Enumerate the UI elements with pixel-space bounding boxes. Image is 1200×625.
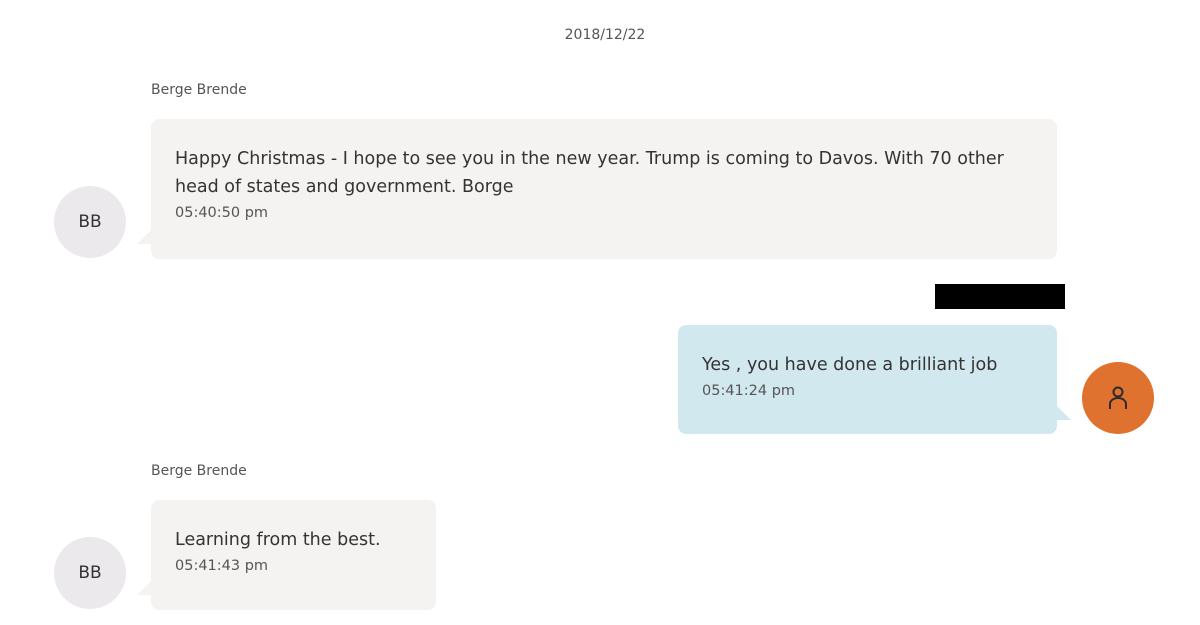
user-icon — [1109, 386, 1127, 409]
message-bubble: Learning from the best. 05:41:43 pm — [151, 500, 436, 610]
redacted-sender-name — [935, 284, 1065, 309]
message-text: Learning from the best. — [175, 530, 381, 550]
bubble-tail — [1057, 406, 1071, 420]
sender-name: Berge Brende — [151, 463, 247, 479]
sender-name: Berge Brende — [151, 82, 247, 98]
bubble-tail — [137, 230, 151, 244]
message-timestamp: 05:40:50 pm — [175, 205, 269, 221]
message-timestamp: 05:41:43 pm — [175, 558, 269, 574]
avatar: BB — [54, 186, 126, 258]
bubble-tail — [137, 581, 151, 595]
message-text: Happy Christmas - I hope to see you in t… — [175, 149, 1004, 197]
avatar — [1082, 362, 1154, 434]
message-bubble: Yes , you have done a brilliant job 05:4… — [678, 325, 1057, 434]
date-divider: 2018/12/22 — [564, 27, 646, 43]
avatar: BB — [54, 537, 126, 609]
message-timestamp: 05:41:24 pm — [702, 383, 796, 399]
message-text: Yes , you have done a brilliant job — [702, 355, 998, 375]
message-bubble: Happy Christmas - I hope to see you in t… — [151, 119, 1057, 259]
